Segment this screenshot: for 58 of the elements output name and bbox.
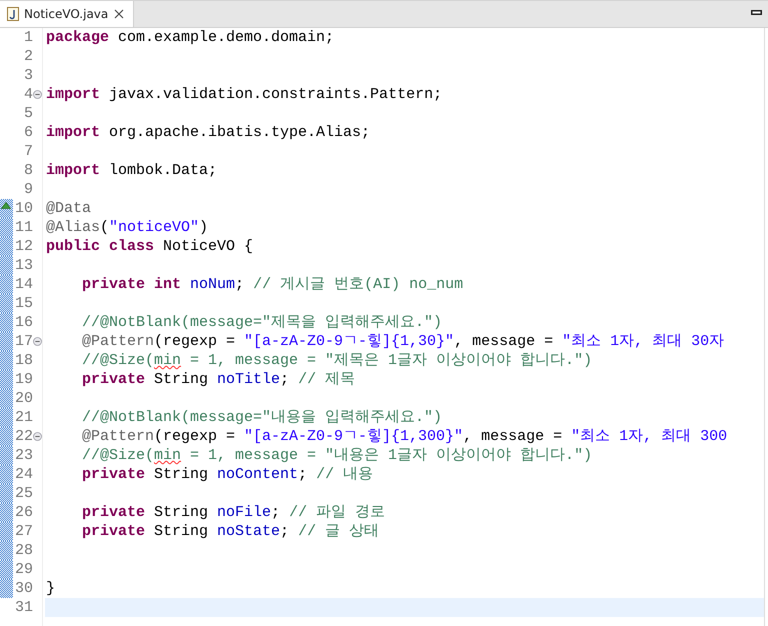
line-number: 13 — [14, 256, 33, 275]
line-number: 14 — [14, 275, 33, 294]
line-number: 22 — [14, 427, 33, 446]
line-number: 1 — [22, 28, 33, 47]
minimize-icon[interactable] — [751, 10, 762, 15]
collapse-icon[interactable] — [33, 337, 42, 346]
line-number: 10 — [14, 199, 33, 218]
line-number: 15 — [14, 294, 33, 313]
code-line: //@NotBlank(message="제목을 입력해주세요.") — [81, 313, 444, 332]
line-number: 29 — [14, 560, 33, 579]
code-line: private String noContent; // 내용 — [81, 465, 374, 484]
line-number: 25 — [14, 484, 33, 503]
code-line: public class NoticeVO { — [45, 237, 254, 256]
line-number: 12 — [14, 237, 33, 256]
code-line: //@Size(min = 1, message = "내용은 1글자 이상이어야 합니다.") — [81, 446, 594, 465]
line-number: 20 — [14, 389, 33, 408]
java-file-icon — [7, 7, 19, 21]
line-number: 9 — [22, 180, 33, 199]
line-number: 11 — [14, 218, 33, 237]
line-number: 27 — [14, 522, 33, 541]
line-number: 2 — [22, 47, 33, 66]
code-line: private int noNum; // 게시글 번호(AI) no_num — [81, 275, 464, 294]
code-line: package com.example.demo.domain; — [45, 28, 336, 47]
code-line: import org.apache.ibatis.type.Alias; — [45, 123, 372, 142]
line-number: 19 — [14, 370, 33, 389]
collapse-icon[interactable] — [33, 432, 42, 441]
code-line: @Alias("noticeVO") — [45, 218, 210, 237]
code-line: } — [45, 579, 56, 598]
line-number: 7 — [22, 142, 33, 161]
code-line: import lombok.Data; — [45, 161, 218, 180]
line-number: 23 — [14, 446, 33, 465]
line-number: 17 — [14, 332, 33, 351]
code-line: //@Size(min = 1, message = "제목은 1글자 이상이어야 합니다.") — [81, 351, 594, 370]
editor-tab[interactable]: NoticeVO.java — [0, 1, 134, 27]
close-icon[interactable] — [113, 8, 126, 20]
line-number: 26 — [14, 503, 33, 522]
line-number: 30 — [14, 579, 33, 598]
line-number: 21 — [14, 408, 33, 427]
triangle-icon[interactable] — [1, 202, 11, 209]
code-line: private String noFile; // 파일 경로 — [81, 503, 386, 522]
code-line: @Data — [45, 199, 92, 218]
line-number: 18 — [14, 351, 33, 370]
collapse-icon[interactable] — [33, 90, 42, 99]
code-line: import javax.validation.constraints.Pattern; — [45, 85, 444, 104]
line-number: 3 — [22, 66, 33, 85]
line-number: 5 — [22, 104, 33, 123]
line-number: 31 — [14, 598, 33, 617]
code-line: //@NotBlank(message="내용을 입력해주세요.") — [81, 408, 444, 427]
code-line: private String noState; // 글 상태 — [81, 522, 380, 541]
line-number: 24 — [14, 465, 33, 484]
line-number: 4 — [22, 85, 33, 104]
code-line: private String noTitle; // 제목 — [81, 370, 356, 389]
line-number: 6 — [22, 123, 33, 142]
line-number: 16 — [14, 313, 33, 332]
code-line: @Pattern(regexp = "[a-zA-Z0-9ㄱ-힣]{1,30}", message = "최소 1자, 최대 30자 — [81, 332, 726, 351]
code-line: @Pattern(regexp = "[a-zA-Z0-9ㄱ-힣]{1,300}", message = "최소 1자, 최대 300 — [81, 427, 728, 446]
line-number: 8 — [22, 161, 33, 180]
line-number: 28 — [14, 541, 33, 560]
